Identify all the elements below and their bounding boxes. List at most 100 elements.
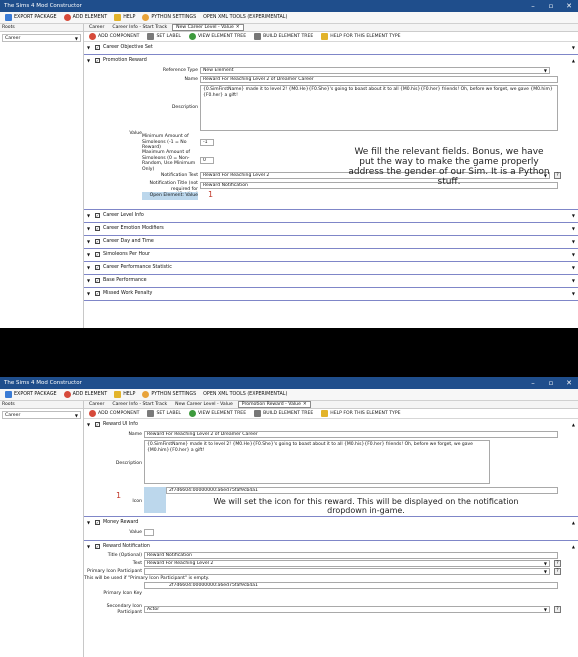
tutorial-annotation: We fill the relevant fields. Bonus, we h… bbox=[348, 147, 550, 187]
build-element-tree-button[interactable]: BUILD ELEMENT TREE bbox=[252, 33, 315, 40]
minimize-icon[interactable]: – bbox=[524, 2, 542, 10]
help-button[interactable]: HELP bbox=[112, 14, 137, 21]
close-icon[interactable]: ✕ bbox=[560, 379, 578, 387]
chevron-down-icon: ▼ bbox=[543, 561, 547, 566]
add-element-button[interactable]: ADD ELEMENT bbox=[62, 14, 110, 21]
primary-icon-note: This will be used if "Primary Icon Parti… bbox=[84, 576, 210, 581]
crumb-career-level[interactable]: New Career Level - Value ✕ bbox=[172, 24, 244, 31]
annotation-number: 1 bbox=[208, 190, 214, 199]
maximize-icon[interactable]: ▫ bbox=[542, 2, 560, 10]
section-simoleons-per-hour[interactable]: ▼ ✓ Simoleons Per Hour ▼ bbox=[84, 249, 578, 262]
description-textarea[interactable]: {0.SimFirstName} made it to level 2! {M0… bbox=[200, 85, 558, 131]
checkbox[interactable]: ✓ bbox=[95, 238, 100, 244]
sidebar-item-career[interactable]: Career ▼ bbox=[2, 411, 81, 419]
section-career-day-and-time[interactable]: ▼ ✓ Career Day and Time ▼ bbox=[84, 236, 578, 249]
crumb-career-info[interactable]: Career Info - Start Track bbox=[109, 402, 170, 407]
set-label-button[interactable]: SET LABEL bbox=[145, 33, 183, 40]
description-textarea[interactable]: {0.SimFirstName} made it to level 2! {M0… bbox=[144, 440, 490, 484]
maximize-icon[interactable]: ▫ bbox=[542, 379, 560, 387]
close-icon[interactable]: ✕ bbox=[560, 2, 578, 10]
build-element-tree-button[interactable]: BUILD ELEMENT TREE bbox=[252, 410, 315, 417]
open-element-link[interactable]: Open Element: Value bbox=[142, 193, 198, 199]
main-toolbar: EXPORT PACKAGE ADD ELEMENT HELP PYTHON S… bbox=[0, 389, 578, 401]
crumb-promotion-reward[interactable]: Promotion Reward - Value ✕ bbox=[237, 401, 311, 408]
section-money-reward: ▼ ✓ Money Reward ▲ Value bbox=[84, 517, 578, 541]
sidebar-item-career[interactable]: Career ▼ bbox=[2, 34, 81, 42]
help-icon[interactable]: ? bbox=[554, 172, 561, 179]
title-input[interactable]: Reward Notification bbox=[144, 552, 558, 559]
xml-tools-button[interactable]: OPEN XML TOOLS (EXPERIMENTAL) bbox=[201, 392, 289, 397]
crumb-career-info[interactable]: Career Info - Start Track bbox=[109, 25, 170, 30]
name-input[interactable]: Reward For Reaching Level 2 of Dreamer C… bbox=[144, 431, 558, 438]
reference-type-select[interactable]: New Element ▼ bbox=[200, 67, 550, 74]
checkbox[interactable]: ✓ bbox=[95, 264, 100, 270]
checkbox[interactable]: ✓ bbox=[95, 251, 100, 257]
reference-type-label: Reference Type bbox=[162, 68, 198, 73]
help-element-type-button[interactable]: HELP FOR THIS ELEMENT TYPE bbox=[319, 410, 402, 417]
add-component-button[interactable]: ADD COMPONENT bbox=[87, 410, 141, 417]
max-amount-stepper[interactable]: 0 bbox=[200, 157, 214, 164]
python-settings-button[interactable]: PYTHON SETTINGS bbox=[140, 14, 198, 21]
export-package-button[interactable]: EXPORT PACKAGE bbox=[3, 14, 59, 21]
chevron-down-icon: ▼ bbox=[87, 212, 91, 218]
python-settings-button[interactable]: PYTHON SETTINGS bbox=[140, 391, 198, 398]
export-package-button[interactable]: EXPORT PACKAGE bbox=[3, 391, 59, 398]
crumb-career[interactable]: Career bbox=[86, 402, 107, 407]
min-amount-label: Minimum Amount of Simoleons (-1 = No Rew… bbox=[142, 134, 189, 150]
name-input[interactable]: Reward For Reaching Level 2 of Dreamer C… bbox=[200, 76, 558, 83]
help-icon[interactable]: ? bbox=[554, 568, 561, 575]
section-missed-work-penalty[interactable]: ▼ ✓ Missed Work Penalty ▼ bbox=[84, 288, 578, 301]
view-element-tree-button[interactable]: VIEW ELEMENT TREE bbox=[187, 33, 248, 40]
help-icon[interactable]: ? bbox=[554, 606, 561, 613]
pencil-icon bbox=[147, 410, 155, 417]
checkbox[interactable]: ✓ bbox=[95, 290, 100, 296]
checkbox[interactable]: ✓ bbox=[95, 421, 100, 427]
section-base-performance[interactable]: ▼ ✓ Base Performance ▼ bbox=[84, 275, 578, 288]
checkbox[interactable]: ✓ bbox=[95, 225, 100, 231]
crumb-career-level[interactable]: New Career Level - Value bbox=[172, 402, 236, 407]
checkbox[interactable]: ✓ bbox=[95, 212, 100, 218]
section-career-performance-statistic[interactable]: ▼ ✓ Career Performance Statistic ▼ bbox=[84, 262, 578, 275]
section-career-objective-set[interactable]: ▼ ✓ Career Objective Set ▼ bbox=[84, 42, 578, 55]
add-element-button[interactable]: ADD ELEMENT bbox=[62, 391, 110, 398]
add-component-button[interactable]: ADD COMPONENT bbox=[87, 33, 141, 40]
help-element-type-button[interactable]: HELP FOR THIS ELEMENT TYPE bbox=[319, 33, 402, 40]
primary-icon-key-input[interactable]: 2f7d6604:00000000:a6ed75faf9cb4a1 bbox=[144, 582, 558, 589]
package-icon bbox=[5, 391, 12, 398]
chevron-up-icon: ▲ bbox=[571, 519, 575, 525]
chevron-down-icon: ▼ bbox=[571, 212, 575, 218]
title-bar: The Sims 4 Mod Constructor – ▫ ✕ bbox=[0, 0, 578, 12]
min-amount-stepper[interactable]: -1 bbox=[200, 139, 214, 146]
close-tab-icon[interactable]: ✕ bbox=[303, 402, 307, 407]
sidebar-tab-roots[interactable]: Roots bbox=[0, 24, 83, 32]
action-bar: ADD COMPONENT SET LABEL VIEW ELEMENT TRE… bbox=[84, 32, 578, 42]
secondary-icon-participant-select[interactable]: Actor ▼ bbox=[144, 606, 550, 613]
close-tab-icon[interactable]: ✕ bbox=[236, 25, 240, 30]
checkbox[interactable]: ✓ bbox=[95, 57, 100, 63]
app-title: The Sims 4 Mod Constructor bbox=[4, 3, 82, 9]
set-label-button[interactable]: SET LABEL bbox=[145, 410, 183, 417]
help-button[interactable]: HELP bbox=[112, 391, 137, 398]
text-select[interactable]: Reward For Reaching Level 2 ▼ bbox=[144, 560, 550, 567]
xml-tools-button[interactable]: OPEN XML TOOLS (EXPERIMENTAL) bbox=[201, 15, 289, 20]
chevron-down-icon: ▼ bbox=[543, 607, 547, 612]
checkbox[interactable]: ✓ bbox=[95, 277, 100, 283]
secondary-icon-participant-label: Secondary Icon Participant bbox=[106, 604, 142, 615]
primary-icon-participant-select[interactable]: ▼ bbox=[144, 568, 550, 575]
breadcrumb: Career Career Info - Start Track New Car… bbox=[84, 24, 578, 32]
help-icon[interactable]: ? bbox=[554, 560, 561, 567]
icon-key-input[interactable]: 2f7d6604:00000000:a6ed75faf9cb4a1 bbox=[166, 487, 558, 494]
sidebar-tab-roots[interactable]: Roots bbox=[0, 401, 83, 409]
tree-icon bbox=[188, 410, 196, 417]
chevron-down-icon: ▼ bbox=[571, 251, 575, 257]
checkbox[interactable]: ✓ bbox=[95, 44, 100, 50]
value-stepper[interactable] bbox=[144, 529, 154, 536]
crumb-career[interactable]: Career bbox=[86, 25, 107, 30]
section-career-emotion-modifiers[interactable]: ▼ ✓ Career Emotion Modifiers ▼ bbox=[84, 223, 578, 236]
view-element-tree-button[interactable]: VIEW ELEMENT TREE bbox=[187, 410, 248, 417]
chevron-down-icon: ▼ bbox=[571, 264, 575, 270]
minimize-icon[interactable]: – bbox=[524, 379, 542, 387]
checkbox[interactable]: ✓ bbox=[95, 543, 100, 549]
section-career-level-info[interactable]: ▼ ✓ Career Level Info ▼ bbox=[84, 210, 578, 223]
checkbox[interactable]: ✓ bbox=[95, 519, 100, 525]
